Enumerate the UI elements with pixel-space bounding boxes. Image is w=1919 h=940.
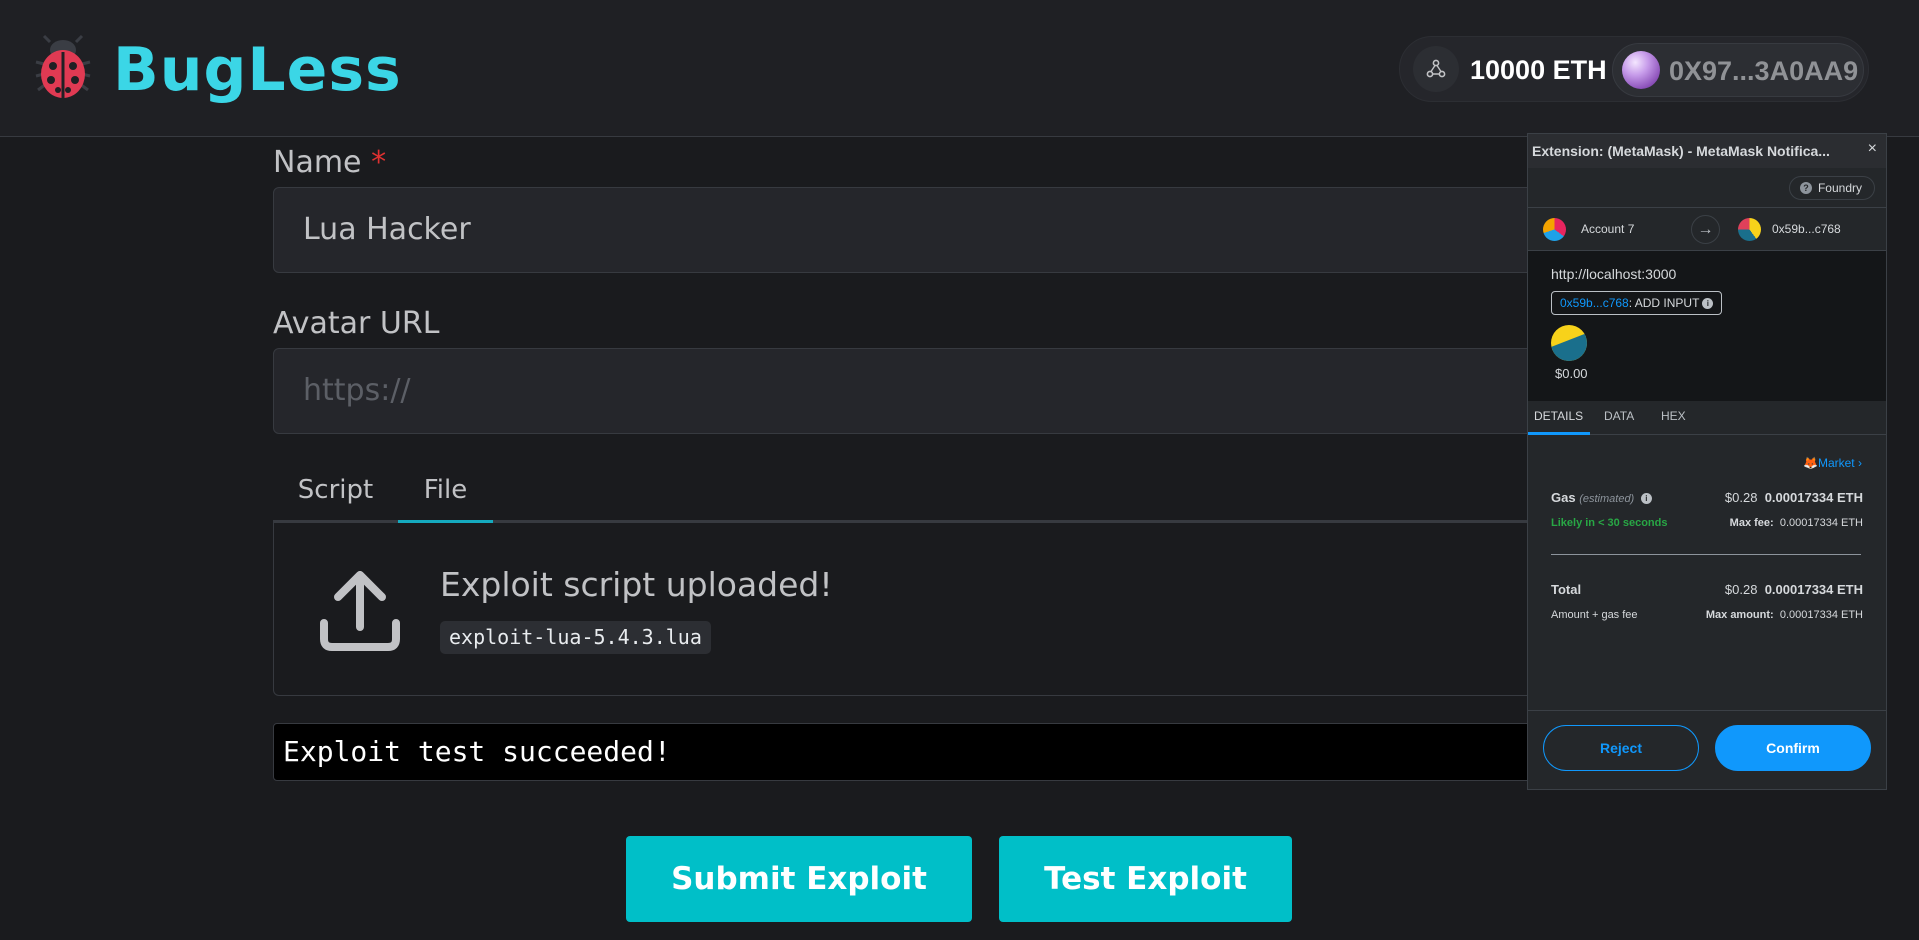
submit-exploit-button[interactable]: Submit Exploit bbox=[626, 836, 972, 922]
upload-status-title: Exploit script uploaded! bbox=[440, 565, 833, 604]
gas-estimated-text: (estimated) bbox=[1579, 493, 1635, 505]
avatar-url-label: Avatar URL bbox=[273, 306, 440, 341]
active-tab-indicator bbox=[1528, 432, 1590, 435]
gas-eth: 0.00017334 ETH bbox=[1764, 490, 1863, 505]
eth-balance: 10000 ETH bbox=[1470, 55, 1607, 85]
details-tabs: DETAILS DATA HEX bbox=[1528, 401, 1886, 435]
script-file-tabs: Script File bbox=[273, 466, 1633, 523]
metamask-popup: Extension: (MetaMask) - MetaMask Notific… bbox=[1527, 133, 1887, 790]
transaction-summary: http://localhost:3000 0x59b...c768: ADD … bbox=[1528, 251, 1886, 401]
max-fee-label: Max fee: bbox=[1729, 517, 1774, 529]
total-eth: 0.00017334 ETH bbox=[1764, 582, 1863, 597]
from-account-name[interactable]: Account 7 bbox=[1581, 222, 1634, 236]
network-status-icon: ? bbox=[1799, 182, 1812, 194]
gas-label-text: Gas bbox=[1551, 490, 1576, 505]
from-account-avatar bbox=[1543, 218, 1566, 241]
arrow-right-icon: → bbox=[1691, 215, 1720, 244]
tab-hex[interactable]: HEX bbox=[1661, 409, 1686, 423]
info-icon[interactable]: i bbox=[1702, 298, 1714, 310]
max-amount-label: Max amount: bbox=[1705, 609, 1774, 621]
total-values: $0.28 0.00017334 ETH bbox=[1725, 582, 1863, 597]
wallet-widget[interactable]: 10000 ETH 0X97...3A0AA9 bbox=[1399, 36, 1869, 102]
origin-url: http://localhost:3000 bbox=[1551, 266, 1677, 282]
max-fee-value: 0.00017334 ETH bbox=[1779, 517, 1863, 529]
ladybug-icon[interactable] bbox=[32, 34, 94, 100]
gas-fiat: $0.28 bbox=[1724, 490, 1758, 505]
likely-time: Likely in < 30 seconds bbox=[1551, 517, 1668, 529]
tab-script[interactable]: Script bbox=[273, 466, 398, 523]
tab-details[interactable]: DETAILS bbox=[1534, 409, 1583, 423]
file-dropzone[interactable]: Exploit script uploaded! exploit-lua-5.4… bbox=[273, 523, 1633, 696]
network-name: Foundry bbox=[1817, 181, 1862, 195]
to-account-avatar bbox=[1738, 218, 1761, 241]
market-label: Market bbox=[1817, 456, 1855, 470]
max-amount-value: 0.00017334 ETH bbox=[1779, 609, 1863, 621]
contract-avatar bbox=[1551, 325, 1587, 361]
popup-title: Extension: (MetaMask) - MetaMask Notific… bbox=[1532, 143, 1830, 159]
total-label: Total bbox=[1551, 582, 1582, 597]
to-account-address[interactable]: 0x59b...c768 bbox=[1772, 222, 1841, 236]
popup-titlebar: Extension: (MetaMask) - MetaMask Notific… bbox=[1528, 134, 1886, 168]
avatar bbox=[1622, 51, 1660, 89]
max-fee: Max fee: 0.00017334 ETH bbox=[1730, 517, 1863, 529]
total-fiat: $0.28 bbox=[1724, 582, 1758, 597]
name-field[interactable]: Lua Hacker bbox=[273, 187, 1633, 273]
app-header: BugLess 10000 ETH 0X97...3A0AA9 bbox=[0, 0, 1919, 137]
reject-button[interactable]: Reject bbox=[1543, 725, 1699, 771]
fox-icon: 🦊 bbox=[1803, 456, 1818, 470]
max-amount: Max amount: 0.00017334 ETH bbox=[1706, 609, 1863, 621]
method-name: : ADD INPUT bbox=[1628, 296, 1700, 310]
close-icon[interactable]: × bbox=[1868, 140, 1877, 158]
network-badge[interactable]: ? Foundry bbox=[1788, 176, 1875, 200]
market-link[interactable]: 🦊Market › bbox=[1803, 456, 1862, 470]
gas-label: Gas (estimated) i bbox=[1551, 490, 1652, 505]
brand-title[interactable]: BugLess bbox=[113, 34, 402, 106]
required-mark: * bbox=[371, 145, 387, 180]
popup-footer: Reject Confirm bbox=[1528, 710, 1886, 789]
confirm-button[interactable]: Confirm bbox=[1715, 725, 1871, 771]
name-label-text: Name bbox=[273, 145, 362, 180]
account-transfer-row: Account 7 → 0x59b...c768 bbox=[1528, 207, 1886, 251]
info-icon[interactable]: i bbox=[1640, 493, 1652, 505]
transaction-amount: $0.00 bbox=[1555, 366, 1588, 381]
avatar-url-field[interactable]: https:// bbox=[273, 348, 1633, 434]
test-exploit-button[interactable]: Test Exploit bbox=[999, 836, 1292, 922]
account-address: 0X97...3A0AA9 bbox=[1669, 56, 1859, 86]
upload-icon bbox=[318, 567, 402, 653]
amount-gas-label: Amount + gas fee bbox=[1551, 609, 1638, 621]
uploaded-file-name: exploit-lua-5.4.3.lua bbox=[440, 621, 711, 654]
gas-values: $0.28 0.00017334 ETH bbox=[1725, 490, 1863, 505]
divider bbox=[1551, 554, 1861, 555]
network-icon[interactable] bbox=[1413, 46, 1459, 92]
test-output-console: Exploit test succeeded! bbox=[273, 723, 1633, 781]
tab-file[interactable]: File bbox=[398, 466, 493, 523]
method-chip: 0x59b...c768: ADD INPUT i bbox=[1551, 291, 1723, 315]
account-button[interactable]: 0X97...3A0AA9 bbox=[1612, 43, 1864, 97]
contract-address-link[interactable]: 0x59b...c768 bbox=[1560, 296, 1629, 310]
name-label: Name * bbox=[273, 145, 386, 181]
tab-data[interactable]: DATA bbox=[1604, 409, 1634, 423]
